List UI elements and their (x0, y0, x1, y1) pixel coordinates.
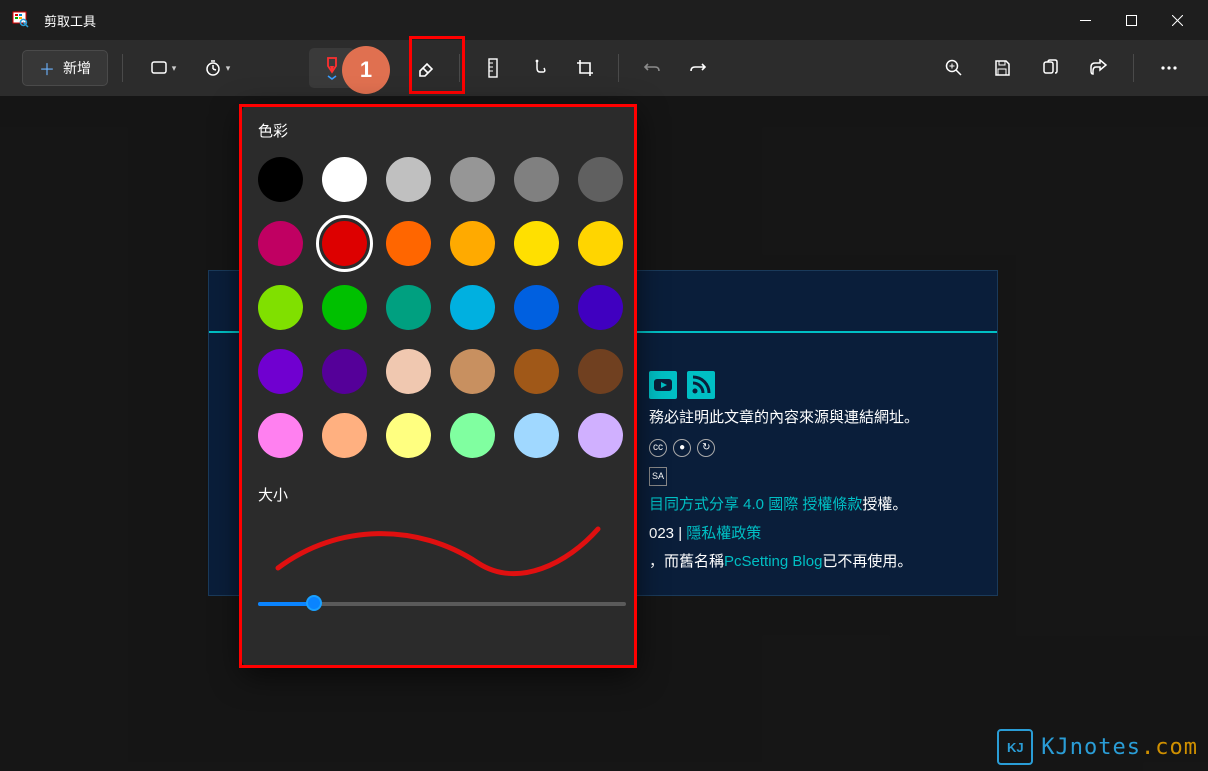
color-swatch[interactable] (578, 413, 623, 458)
chevron-down-icon: ▾ (172, 63, 177, 74)
color-swatch[interactable] (450, 285, 495, 330)
delay-button[interactable]: ▾ (191, 48, 243, 88)
pen-settings-popup: 色彩 大小 (242, 104, 636, 668)
color-section-title: 色彩 (258, 120, 630, 141)
touch-writing-button[interactable] (518, 48, 560, 88)
share-button[interactable] (1077, 48, 1119, 88)
minimize-button[interactable] (1062, 0, 1108, 40)
chevron-down-icon: ▾ (226, 63, 231, 74)
zoom-button[interactable] (933, 48, 975, 88)
window-title: 剪取工具 (44, 11, 1062, 30)
by-icon: ● (673, 439, 691, 457)
callout-badge: 1 (342, 46, 390, 94)
color-swatch[interactable] (578, 221, 623, 266)
close-button[interactable] (1154, 0, 1200, 40)
cc-icon: cc (649, 439, 667, 457)
color-swatch[interactable] (322, 285, 367, 330)
color-swatch[interactable] (258, 349, 303, 394)
oldname-link[interactable]: PcSetting Blog (724, 553, 822, 570)
app-icon (12, 11, 30, 29)
more-button[interactable] (1148, 48, 1190, 88)
color-swatch[interactable] (514, 221, 559, 266)
color-swatch[interactable] (450, 413, 495, 458)
color-swatch[interactable] (514, 157, 559, 202)
color-swatch[interactable] (578, 285, 623, 330)
license-link[interactable]: 目同方式分享 4.0 國際 授權條款 (649, 496, 862, 513)
privacy-link[interactable]: 隱私權政策 (686, 525, 761, 542)
color-swatch[interactable] (258, 285, 303, 330)
crop-tool-button[interactable] (564, 48, 606, 88)
redo-button[interactable] (677, 48, 719, 88)
color-swatch[interactable] (450, 349, 495, 394)
watermark-icon: KJ (997, 729, 1033, 765)
maximize-button[interactable] (1108, 0, 1154, 40)
color-swatch[interactable] (322, 349, 367, 394)
undo-button[interactable] (631, 48, 673, 88)
color-swatch[interactable] (450, 157, 495, 202)
size-slider[interactable] (258, 593, 626, 613)
watermark: KJ KJnotes.com (997, 729, 1198, 765)
youtube-icon (649, 371, 677, 399)
color-swatch[interactable] (322, 157, 367, 202)
color-swatch[interactable] (514, 349, 559, 394)
slider-thumb[interactable] (306, 595, 322, 611)
annotation-box (409, 36, 465, 94)
save-button[interactable] (981, 48, 1023, 88)
attribution-text: 務必註明此文章的內容來源與連結網址。 (649, 409, 919, 426)
sa-icon: ↻ (697, 439, 715, 457)
color-swatch[interactable] (258, 157, 303, 202)
copy-button[interactable] (1029, 48, 1071, 88)
color-swatch[interactable] (386, 221, 431, 266)
color-swatch[interactable] (386, 349, 431, 394)
size-section-title: 大小 (258, 484, 630, 505)
color-swatch[interactable] (386, 285, 431, 330)
color-swatch[interactable] (322, 221, 367, 266)
color-swatch[interactable] (386, 157, 431, 202)
rss-icon (687, 371, 715, 399)
color-swatch[interactable] (258, 413, 303, 458)
color-swatch[interactable] (322, 413, 367, 458)
color-swatch[interactable] (514, 413, 559, 458)
color-swatch[interactable] (386, 413, 431, 458)
new-button[interactable]: ＋ 新增 (22, 50, 108, 86)
color-swatch[interactable] (514, 285, 559, 330)
color-swatch[interactable] (450, 221, 495, 266)
color-swatch[interactable] (578, 349, 623, 394)
color-swatch[interactable] (258, 221, 303, 266)
ruler-tool-button[interactable] (472, 48, 514, 88)
stroke-preview (258, 513, 630, 587)
snip-mode-button[interactable]: ▾ (137, 48, 189, 88)
color-swatch[interactable] (578, 157, 623, 202)
plus-icon: ＋ (39, 56, 55, 80)
